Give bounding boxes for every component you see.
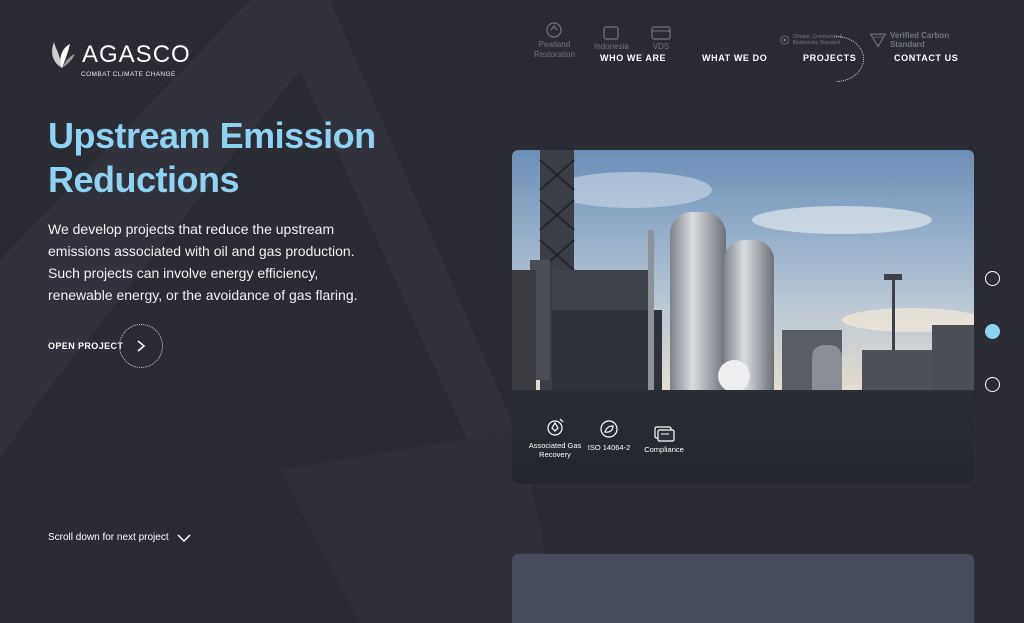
- brand-tagline: COMBAT CLIMATE CHANGE: [81, 71, 176, 78]
- iso-icon: [600, 420, 618, 438]
- next-project-card[interactable]: [512, 554, 974, 623]
- hero-title: Upstream Emission Reductions: [48, 115, 376, 200]
- gas-recovery-icon: [547, 418, 564, 436]
- ghost-item-indonesia: Indonesia: [594, 24, 629, 52]
- ghost-item-vds: VDS: [650, 24, 672, 52]
- nav-who-we-are[interactable]: WHO WE ARE: [600, 53, 666, 63]
- pager-dot-3[interactable]: [985, 377, 1000, 392]
- main-nav: WHO WE ARE WHAT WE DO PROJECTS CONTACT U…: [0, 53, 1024, 67]
- scroll-down-hint[interactable]: Scroll down for next project: [48, 532, 191, 543]
- open-project-ring: [119, 324, 164, 368]
- indonesia-icon: [603, 26, 619, 40]
- peatland-icon: [546, 22, 563, 38]
- nav-contact-us[interactable]: CONTACT US: [894, 53, 958, 63]
- feature-compliance: Compliance: [636, 424, 692, 454]
- hero-description: We develop projects that reduce the upst…: [48, 221, 358, 303]
- pager-dot-2[interactable]: [985, 324, 1000, 339]
- chevron-right-icon: [137, 340, 146, 352]
- nav-what-we-do[interactable]: WHAT WE DO: [702, 53, 767, 63]
- feature-iso: ISO 14064-2: [581, 418, 637, 452]
- scroll-down-label: Scroll down for next project: [48, 532, 169, 543]
- vds-icon: [651, 26, 671, 40]
- vcs-logo: [870, 33, 887, 48]
- project-feature-list: Associated Gas Recovery ISO 14064-2 Comp…: [512, 412, 752, 482]
- feature-gas-recovery: Associated Gas Recovery: [527, 416, 583, 459]
- pager-dot-1[interactable]: [985, 271, 1000, 286]
- ghost-item-vcs: Verified Carbon Standard: [870, 30, 960, 50]
- project-image-card[interactable]: Associated Gas Recovery ISO 14064-2 Comp…: [512, 150, 974, 484]
- ccb-logo: [780, 35, 790, 45]
- compliance-icon: [654, 426, 675, 442]
- open-project-label: OPEN PROJECT: [48, 341, 124, 351]
- open-project-button[interactable]: OPEN PROJECT: [48, 324, 164, 368]
- chevron-down-icon: [177, 533, 191, 542]
